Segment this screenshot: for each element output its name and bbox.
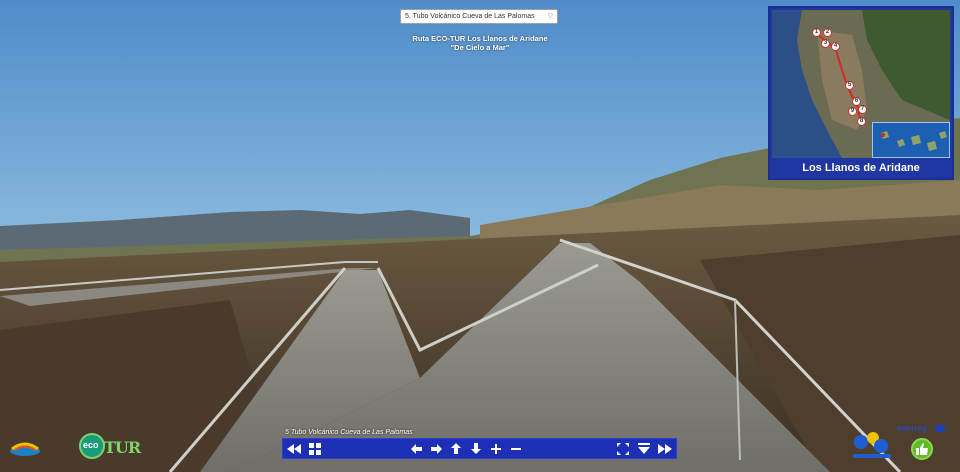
ecotur-logo-eco: eco: [83, 440, 99, 450]
arrow-down-icon: [471, 443, 481, 454]
la-palma-logo: [8, 437, 42, 457]
eject-icon: [638, 443, 650, 454]
route-title-line2: "De Cielo a Mar": [450, 43, 510, 52]
tourism-logo: [847, 428, 897, 462]
scene-selector[interactable]: 5. Tubo Volcánico Cueva de Las Palomas ▽: [400, 9, 558, 24]
ecotur-logo: eco TUR: [78, 432, 141, 460]
scene-selector-value: 5. Tubo Volcánico Cueva de Las Palomas: [405, 13, 535, 20]
minimap-caption: Los Llanos de Aridane: [802, 162, 920, 174]
chevron-down-icon: ▽: [547, 13, 553, 20]
grid-icon: [309, 442, 321, 455]
canary-islands-inset: [872, 122, 950, 158]
fullscreen-button[interactable]: [614, 439, 632, 458]
map-point-7[interactable]: 7: [858, 105, 867, 114]
map-point-2[interactable]: 2: [823, 28, 832, 37]
minus-icon: [511, 447, 521, 450]
viewer-toolbar: [282, 438, 677, 459]
double-left-arrow-icon: [287, 443, 301, 454]
scene-caption: 5 Tubo Volcánico Cueva de Las Palomas: [285, 429, 413, 436]
route-title-line1: Ruta ECO-TUR Los Llanos de Aridane: [412, 34, 548, 43]
thumbs-up-icon[interactable]: [911, 438, 933, 460]
fullscreen-icon: [617, 442, 629, 455]
pan-down-button[interactable]: [467, 439, 485, 458]
arrow-left-icon: [410, 443, 422, 454]
thumbnails-button[interactable]: [306, 439, 324, 458]
map-point-3[interactable]: 3: [821, 39, 830, 48]
arrow-up-icon: [451, 443, 461, 454]
minimap-image[interactable]: 1 2 3 4 5 6 7 8 9: [772, 10, 950, 158]
previous-scene-button[interactable]: [285, 439, 303, 458]
zoom-in-button[interactable]: [487, 439, 505, 458]
next-scene-button[interactable]: [656, 439, 674, 458]
map-point-8[interactable]: 8: [857, 117, 866, 126]
zoom-out-button[interactable]: [507, 439, 525, 458]
interreg-logo-text: Interreg: [897, 424, 927, 433]
arrow-right-icon: [430, 443, 442, 454]
pan-up-button[interactable]: [447, 439, 465, 458]
pan-left-button[interactable]: [407, 439, 425, 458]
map-point-9[interactable]: 9: [848, 107, 857, 116]
double-right-arrow-icon: [658, 443, 672, 454]
map-point-5[interactable]: 5: [845, 81, 854, 90]
route-title: Ruta ECO-TUR Los Llanos de Aridane "De C…: [380, 34, 580, 52]
ecotur-logo-text: TUR: [104, 438, 141, 457]
map-point-1[interactable]: 1: [812, 28, 821, 37]
interreg-logo: Interreg: [897, 424, 949, 434]
plus-icon: [491, 443, 501, 454]
minimap-panel: 1 2 3 4 5 6 7 8 9 Los Llanos de Aridane: [768, 6, 954, 180]
pan-right-button[interactable]: [427, 439, 445, 458]
hide-toolbar-button[interactable]: [635, 439, 653, 458]
map-point-4[interactable]: 4: [831, 42, 840, 51]
eu-flag-icon: [935, 425, 945, 432]
